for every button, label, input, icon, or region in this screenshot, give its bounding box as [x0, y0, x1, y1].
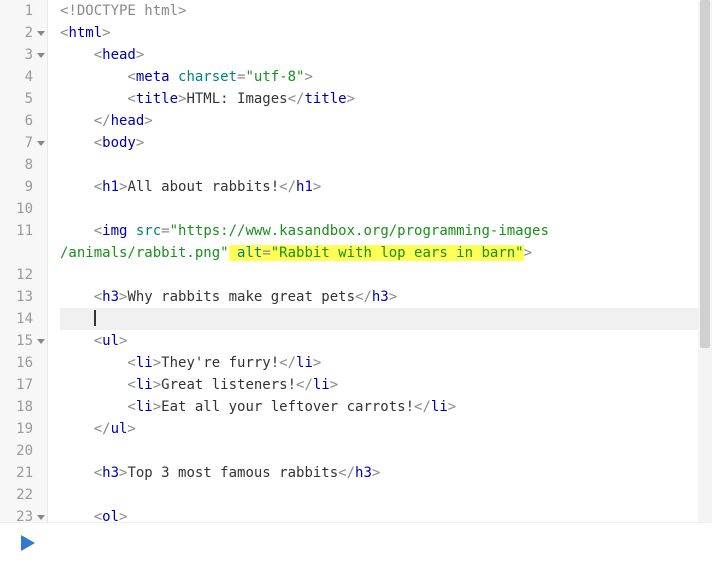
fold-icon[interactable] — [37, 513, 45, 521]
text-cursor — [94, 310, 96, 326]
code-line[interactable] — [60, 198, 712, 220]
line-number: 20 — [16, 443, 33, 459]
code-line[interactable]: <h3>Top 3 most famous rabbits</h3> — [60, 462, 712, 484]
line-number: 16 — [16, 355, 33, 371]
code-line[interactable]: </head> — [60, 110, 712, 132]
line-number: 3 — [25, 47, 33, 63]
editor-footer — [0, 522, 712, 562]
line-number: 13 — [16, 289, 33, 305]
play-icon[interactable] — [18, 533, 38, 553]
line-number: 5 — [25, 91, 33, 107]
code-line[interactable]: </ul> — [60, 418, 712, 440]
line-number: 4 — [25, 69, 33, 85]
code-line[interactable]: /animals/rabbit.png" alt="Rabbit with lo… — [60, 242, 712, 264]
line-gutter: 1 2 3 4 5 6 7 8 9 10 11 12 13 14 15 16 1… — [0, 0, 48, 528]
scrollbar-thumb[interactable] — [700, 0, 710, 348]
code-line[interactable] — [60, 264, 712, 286]
code-line[interactable]: <img src="https://www.kasandbox.org/prog… — [60, 220, 712, 242]
code-line[interactable] — [60, 440, 712, 462]
line-number: 9 — [25, 179, 33, 195]
line-number: 1 — [25, 3, 33, 19]
line-number: 12 — [16, 267, 33, 283]
line-number: 8 — [25, 157, 33, 173]
line-number: 22 — [16, 487, 33, 503]
fold-icon[interactable] — [37, 139, 45, 147]
code-line[interactable] — [60, 484, 712, 506]
code-line[interactable]: <li>Eat all your leftover carrots!</li> — [60, 396, 712, 418]
code-line[interactable]: <!DOCTYPE html> — [60, 0, 712, 22]
vertical-scrollbar[interactable] — [698, 0, 712, 562]
line-number: 18 — [16, 399, 33, 415]
line-number: 11 — [16, 223, 33, 239]
code-line[interactable] — [60, 154, 712, 176]
code-editor[interactable]: 1 2 3 4 5 6 7 8 9 10 11 12 13 14 15 16 1… — [0, 0, 712, 562]
code-line[interactable]: <h3>Why rabbits make great pets</h3> — [60, 286, 712, 308]
line-number: 14 — [16, 311, 33, 327]
code-line[interactable]: <li>They're furry!</li> — [60, 352, 712, 374]
code-line[interactable]: <title>HTML: Images</title> — [60, 88, 712, 110]
code-line[interactable]: <head> — [60, 44, 712, 66]
code-line[interactable]: <body> — [60, 132, 712, 154]
line-number: 10 — [16, 201, 33, 217]
fold-icon[interactable] — [37, 29, 45, 37]
line-number: 17 — [16, 377, 33, 393]
code-area[interactable]: <!DOCTYPE html> <html> <head> <meta char… — [48, 0, 712, 528]
line-number: 15 — [16, 333, 33, 349]
line-number: 2 — [25, 25, 33, 41]
code-line[interactable]: <html> — [60, 22, 712, 44]
code-line[interactable]: <li>Great listeners!</li> — [60, 374, 712, 396]
code-line[interactable]: <meta charset="utf-8"> — [60, 66, 712, 88]
fold-icon[interactable] — [37, 337, 45, 345]
code-line[interactable]: <h1>All about rabbits!</h1> — [60, 176, 712, 198]
line-number: 21 — [16, 465, 33, 481]
code-line-active[interactable] — [60, 308, 712, 330]
code-line[interactable]: <ul> — [60, 330, 712, 352]
line-number: 7 — [25, 135, 33, 151]
fold-icon[interactable] — [37, 51, 45, 59]
line-number: 19 — [16, 421, 33, 437]
line-number: 6 — [25, 113, 33, 129]
